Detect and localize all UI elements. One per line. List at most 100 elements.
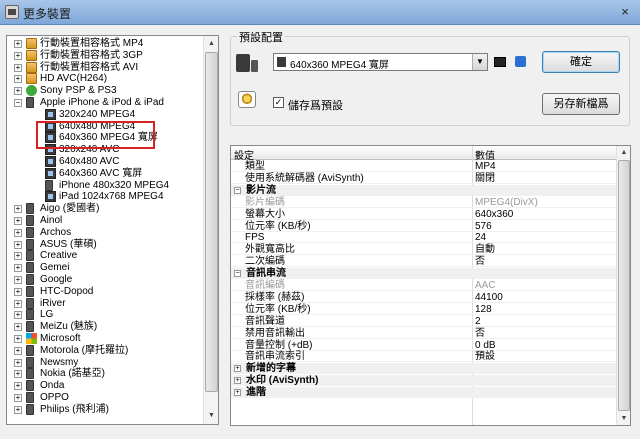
- scroll-thumb[interactable]: [205, 52, 218, 392]
- grid-row[interactable]: 位元率 (KB/秒) 128: [231, 304, 617, 315]
- grid-category[interactable]: − 影片流: [231, 184, 617, 196]
- grid-value[interactable]: 640x360: [475, 209, 513, 220]
- grid-category[interactable]: + 進階: [231, 387, 617, 399]
- grid-key: 進階: [246, 387, 266, 399]
- close-button[interactable]: ×: [616, 3, 634, 21]
- grid-row[interactable]: 螢幕大小 640x360: [231, 209, 617, 220]
- grid-value[interactable]: 關閉: [475, 173, 495, 184]
- folder-icon: [26, 73, 37, 85]
- grid-value[interactable]: 否: [475, 256, 485, 267]
- expand-icon[interactable]: +: [14, 252, 22, 261]
- grid-category[interactable]: + 新增的字幕: [231, 363, 617, 375]
- collapse-icon[interactable]: −: [234, 186, 241, 194]
- grid-row[interactable]: 外觀寬高比 自動: [231, 244, 617, 256]
- expand-icon[interactable]: +: [14, 394, 22, 402]
- expand-icon[interactable]: +: [14, 405, 22, 414]
- scroll-down-icon[interactable]: ▼: [205, 409, 218, 423]
- grid-row[interactable]: 影片編碼 MPEG4(DivX): [231, 197, 617, 208]
- grid-row[interactable]: 音訊串流索引 預設: [231, 351, 617, 363]
- scroll-thumb[interactable]: [618, 160, 630, 411]
- expand-icon[interactable]: +: [14, 276, 22, 284]
- grid-row[interactable]: 位元率 (KB/秒) 576: [231, 221, 617, 232]
- expand-icon[interactable]: +: [234, 377, 241, 385]
- grid-category[interactable]: + 水印 (AviSynth): [231, 375, 617, 387]
- grid-value[interactable]: 24: [475, 232, 486, 243]
- grid-row[interactable]: 採樣率 (赫茲) 44100: [231, 292, 617, 303]
- grid-scrollbar[interactable]: ▲ ▼: [616, 146, 630, 425]
- grid-row[interactable]: 類型 MP4: [231, 161, 617, 172]
- grid-key: FPS: [245, 232, 265, 244]
- expand-icon[interactable]: +: [14, 228, 22, 237]
- expand-icon[interactable]: +: [14, 346, 22, 355]
- expand-icon[interactable]: +: [14, 51, 22, 60]
- grid-value[interactable]: 576: [475, 221, 492, 232]
- device-player-icon: [251, 60, 258, 72]
- grid-value[interactable]: 預設: [475, 351, 495, 362]
- expand-icon[interactable]: +: [14, 264, 22, 273]
- scroll-up-icon[interactable]: ▲: [205, 37, 218, 51]
- expand-icon[interactable]: +: [14, 323, 22, 332]
- device-icon: [26, 238, 34, 250]
- grid-value[interactable]: MP4: [475, 161, 496, 172]
- save-preset-checkbox[interactable]: ✓: [273, 97, 284, 108]
- grid-row[interactable]: 音訊編碼 AAC: [231, 280, 617, 291]
- expand-icon[interactable]: +: [14, 287, 22, 296]
- grid-row[interactable]: FPS 24: [231, 232, 617, 244]
- scroll-down-icon[interactable]: ▼: [618, 412, 630, 425]
- collapse-icon[interactable]: −: [234, 270, 241, 278]
- chevron-down-icon[interactable]: ▼: [472, 54, 487, 70]
- tree-scrollbar[interactable]: ▲ ▼: [203, 36, 218, 424]
- expand-icon[interactable]: +: [14, 217, 22, 225]
- grid-value[interactable]: 128: [475, 304, 492, 315]
- grid-value[interactable]: MPEG4(DivX): [475, 197, 538, 208]
- grid-row[interactable]: 音量控制 (+dB) 0 dB: [231, 340, 617, 351]
- device-tree[interactable]: + 行動裝置相容格式 MP4 + 行動裝置相容格式 3GP + 行動裝置相容格式 AVI +…: [6, 35, 219, 425]
- expand-icon[interactable]: +: [14, 87, 22, 96]
- grid-key: 外觀寬高比: [245, 244, 295, 256]
- expand-icon[interactable]: +: [14, 311, 22, 320]
- expand-icon[interactable]: +: [234, 389, 241, 397]
- scroll-up-icon[interactable]: ▲: [618, 146, 630, 159]
- grid-value[interactable]: 否: [475, 328, 485, 339]
- edit-icon[interactable]: [494, 57, 506, 67]
- grid-row[interactable]: 禁用音訊輸出 否: [231, 328, 617, 339]
- device-icon: [26, 250, 34, 262]
- grid-row[interactable]: 音訊聲道 2: [231, 316, 617, 327]
- expand-icon[interactable]: +: [14, 335, 22, 343]
- expand-icon[interactable]: +: [14, 299, 22, 308]
- device-icon: [26, 356, 34, 368]
- device-icon: [26, 262, 34, 274]
- grid-value[interactable]: 自動: [475, 244, 495, 255]
- grid-category[interactable]: − 音訊串流: [231, 268, 617, 280]
- microsoft-icon: [26, 333, 37, 344]
- tree-item-label: iPad 1024x768 MPEG4: [59, 191, 164, 203]
- grid-value[interactable]: 44100: [475, 292, 503, 303]
- preset-dropdown[interactable]: 640x360 MPEG4 寬屏 ▼: [273, 53, 488, 71]
- properties-grid[interactable]: 設定 數值 類型 MP4 使用系統解碼器 (AviSynth) 關閉 − 影片流 影片編碼 M…: [230, 145, 631, 426]
- device-icon: [26, 226, 34, 238]
- expand-icon[interactable]: +: [14, 358, 22, 367]
- tree-item-label: HTC-Dopod: [40, 285, 94, 297]
- expand-icon[interactable]: +: [14, 40, 22, 48]
- grid-value[interactable]: AAC: [475, 280, 496, 291]
- grid-value[interactable]: 2: [475, 316, 481, 327]
- help-icon[interactable]: [515, 56, 526, 67]
- film-icon: [45, 156, 56, 167]
- collapse-icon[interactable]: −: [14, 99, 22, 107]
- expand-icon[interactable]: +: [234, 365, 241, 373]
- grid-key: 新增的字幕: [246, 363, 296, 375]
- folder-icon: [26, 38, 37, 49]
- expand-icon[interactable]: +: [14, 63, 22, 72]
- save-as-button[interactable]: 另存新檔爲: [542, 93, 620, 115]
- ok-button[interactable]: 確定: [542, 51, 620, 73]
- grid-row[interactable]: 使用系統解碼器 (AviSynth) 關閉: [231, 173, 617, 184]
- expand-icon[interactable]: +: [14, 240, 22, 249]
- grid-row[interactable]: 二次編碼 否: [231, 256, 617, 268]
- grid-value[interactable]: 0 dB: [475, 340, 496, 351]
- expand-icon[interactable]: +: [14, 370, 22, 379]
- expand-icon[interactable]: +: [14, 205, 22, 214]
- grid-key: 音訊編碼: [245, 280, 285, 291]
- expand-icon[interactable]: +: [14, 75, 22, 84]
- tree-item-label: 行動裝置相容格式 MP4: [40, 38, 144, 49]
- expand-icon[interactable]: +: [14, 382, 22, 391]
